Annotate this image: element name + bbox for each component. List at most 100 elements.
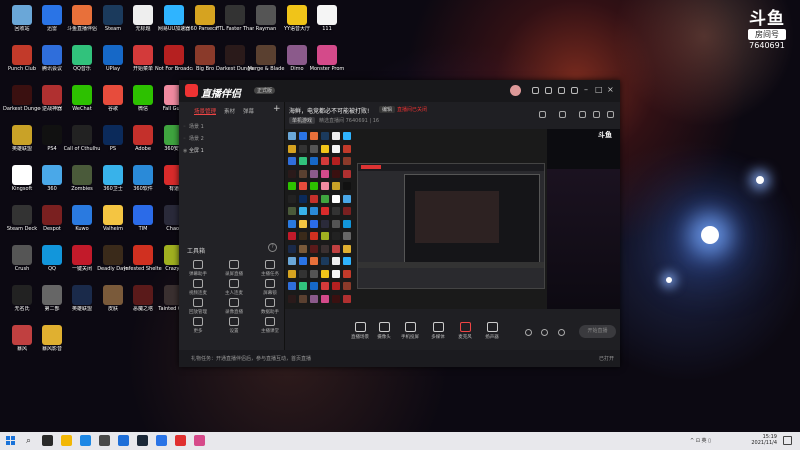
desktop-icon[interactable]: 111 — [308, 5, 346, 45]
taskbar-app-icon[interactable] — [61, 435, 72, 446]
edit-title-button[interactable]: 编辑 — [379, 106, 396, 113]
taskbar-app-icon[interactable] — [156, 435, 167, 446]
room-title[interactable]: 海鲜，电竞都必不可能被打败! — [289, 106, 369, 115]
footer-notice[interactable]: 礼物任务：开通直播伴侣后，参与直播互动，首页直播 — [191, 355, 311, 362]
message-icon[interactable] — [532, 87, 539, 94]
scene-label: 场景 1 — [189, 124, 204, 130]
preview-icon — [299, 207, 307, 215]
clock-date: 2021/11/4 — [751, 440, 777, 446]
taskbar: ⌕ ^ ⊡ 英 ▯ 15:19 2021/11/4 — [0, 432, 800, 450]
preview-icon — [343, 282, 351, 290]
tool-label: 录屏直播 — [225, 272, 243, 277]
tab-material[interactable]: 素材 — [224, 107, 235, 115]
taskbar-app-icon[interactable] — [137, 435, 148, 446]
add-scene-button[interactable]: + — [273, 104, 281, 114]
app-icon — [12, 5, 32, 25]
watermark-sub: 房间号 — [748, 29, 786, 40]
taskbar-app-icon[interactable] — [118, 435, 129, 446]
camera-button[interactable]: 摄像头 — [371, 322, 397, 340]
scene-item[interactable]: ◦ 场景 2 — [183, 134, 281, 144]
tool-label: 设置 — [229, 329, 239, 334]
app-icon — [42, 5, 62, 25]
tool-item[interactable]: 主人连麦 — [219, 279, 249, 296]
desktop-icon[interactable]: 暴风影音 — [33, 325, 71, 365]
tool-item[interactable]: 录像直播 — [219, 298, 249, 315]
app-icon — [103, 85, 123, 105]
tool-label: 回放管理 — [189, 310, 207, 315]
avatar[interactable] — [510, 85, 521, 96]
speaker-button[interactable]: 扬声器 — [479, 322, 505, 340]
windows-start-icon[interactable] — [6, 436, 16, 446]
microphone-button[interactable]: 麦克风 — [452, 322, 478, 340]
phone-cast-button[interactable]: 手机投屏 — [397, 322, 423, 340]
camera-icon[interactable] — [525, 329, 532, 336]
taskbar-app-icon[interactable] — [42, 435, 53, 446]
close-button[interactable]: × — [607, 85, 614, 95]
preview-icon — [288, 282, 296, 290]
desktop-icon-label: 111 — [322, 26, 332, 32]
preview-icon — [321, 182, 329, 190]
footer-bar: 礼物任务：开通直播伴侣后，参与直播互动，首页直播 已打开 — [179, 350, 620, 367]
app-icon — [12, 325, 32, 345]
clock[interactable]: 15:19 2021/11/4 — [749, 434, 777, 446]
app-titlebar[interactable]: 直播伴侣 正式版 – □ × — [179, 80, 620, 102]
help-icon[interactable]: ? — [268, 243, 277, 252]
app-icon — [42, 85, 62, 105]
start-live-button[interactable]: 开始直播 — [579, 325, 616, 338]
tool-item[interactable]: 弹幕助手 — [183, 260, 213, 277]
app-icon — [164, 45, 184, 65]
taskbar-app-icon[interactable] — [99, 435, 110, 446]
tool-item[interactable]: 屏幕锁 — [255, 279, 285, 296]
tool-item[interactable]: 回放管理 — [183, 298, 213, 315]
app-icon — [72, 125, 92, 145]
tool-item[interactable]: 设置 — [219, 317, 249, 334]
preview-icon — [310, 207, 318, 215]
star — [756, 176, 764, 184]
control-label: 直播场景 — [351, 335, 369, 340]
app-icon — [164, 5, 184, 25]
maximize-button[interactable]: □ — [595, 85, 603, 95]
stream-preview[interactable]: 斗鱼 — [285, 129, 620, 309]
category-tag[interactable]: 单机游戏 — [289, 117, 316, 124]
tool-item[interactable]: 主播课堂 — [255, 317, 285, 334]
tool-item[interactable]: 主播任务 — [255, 260, 285, 277]
tool-item[interactable]: 数据助手 — [255, 298, 285, 315]
scene-button[interactable]: 直播场景 — [347, 322, 373, 340]
share-icon[interactable] — [607, 111, 614, 118]
tool-item[interactable]: 视频连麦 — [183, 279, 213, 296]
lock-icon[interactable] — [579, 111, 586, 118]
taskbar-app-icon[interactable] — [194, 435, 205, 446]
preview-icon — [321, 232, 329, 240]
preview-icon — [332, 207, 340, 215]
desktop-icon[interactable]: Monster Prom — [308, 45, 346, 85]
record-icon[interactable] — [559, 111, 566, 118]
preview-icon — [343, 182, 351, 190]
tab-danmaku[interactable]: 弹幕 — [243, 107, 254, 115]
tool-item[interactable]: 录屏直播 — [219, 260, 249, 277]
search-icon[interactable]: ⌕ — [26, 436, 31, 446]
system-tray[interactable]: ^ ⊡ 英 ▯ — [690, 437, 711, 444]
taskbar-app-icon[interactable] — [80, 435, 91, 446]
preview-icon — [332, 282, 340, 290]
scene-item[interactable]: ◦ 场景 1 — [183, 122, 281, 132]
scene-item[interactable]: ◉ 全屏 1 — [183, 146, 281, 156]
skin-icon[interactable] — [558, 87, 565, 94]
tool-icon — [229, 298, 239, 307]
minimize-button[interactable]: – — [584, 85, 588, 95]
eye-icon[interactable] — [541, 329, 548, 336]
app-icon — [42, 205, 62, 225]
preview-icon — [321, 257, 329, 265]
tool-icon — [193, 298, 203, 307]
tool-icon — [193, 317, 203, 326]
settings-icon[interactable] — [558, 329, 565, 336]
media-button[interactable]: 多媒体 — [425, 322, 451, 340]
share-screen-icon[interactable] — [539, 111, 546, 118]
taskbar-app-icon[interactable] — [175, 435, 186, 446]
gift-icon[interactable] — [545, 87, 552, 94]
bell-icon[interactable] — [593, 111, 600, 118]
nested-preview-window — [357, 163, 545, 289]
preview-icon — [343, 207, 351, 215]
menu-icon[interactable] — [571, 87, 578, 94]
tool-item[interactable]: 更多 — [183, 317, 213, 334]
notification-icon[interactable] — [783, 436, 792, 445]
